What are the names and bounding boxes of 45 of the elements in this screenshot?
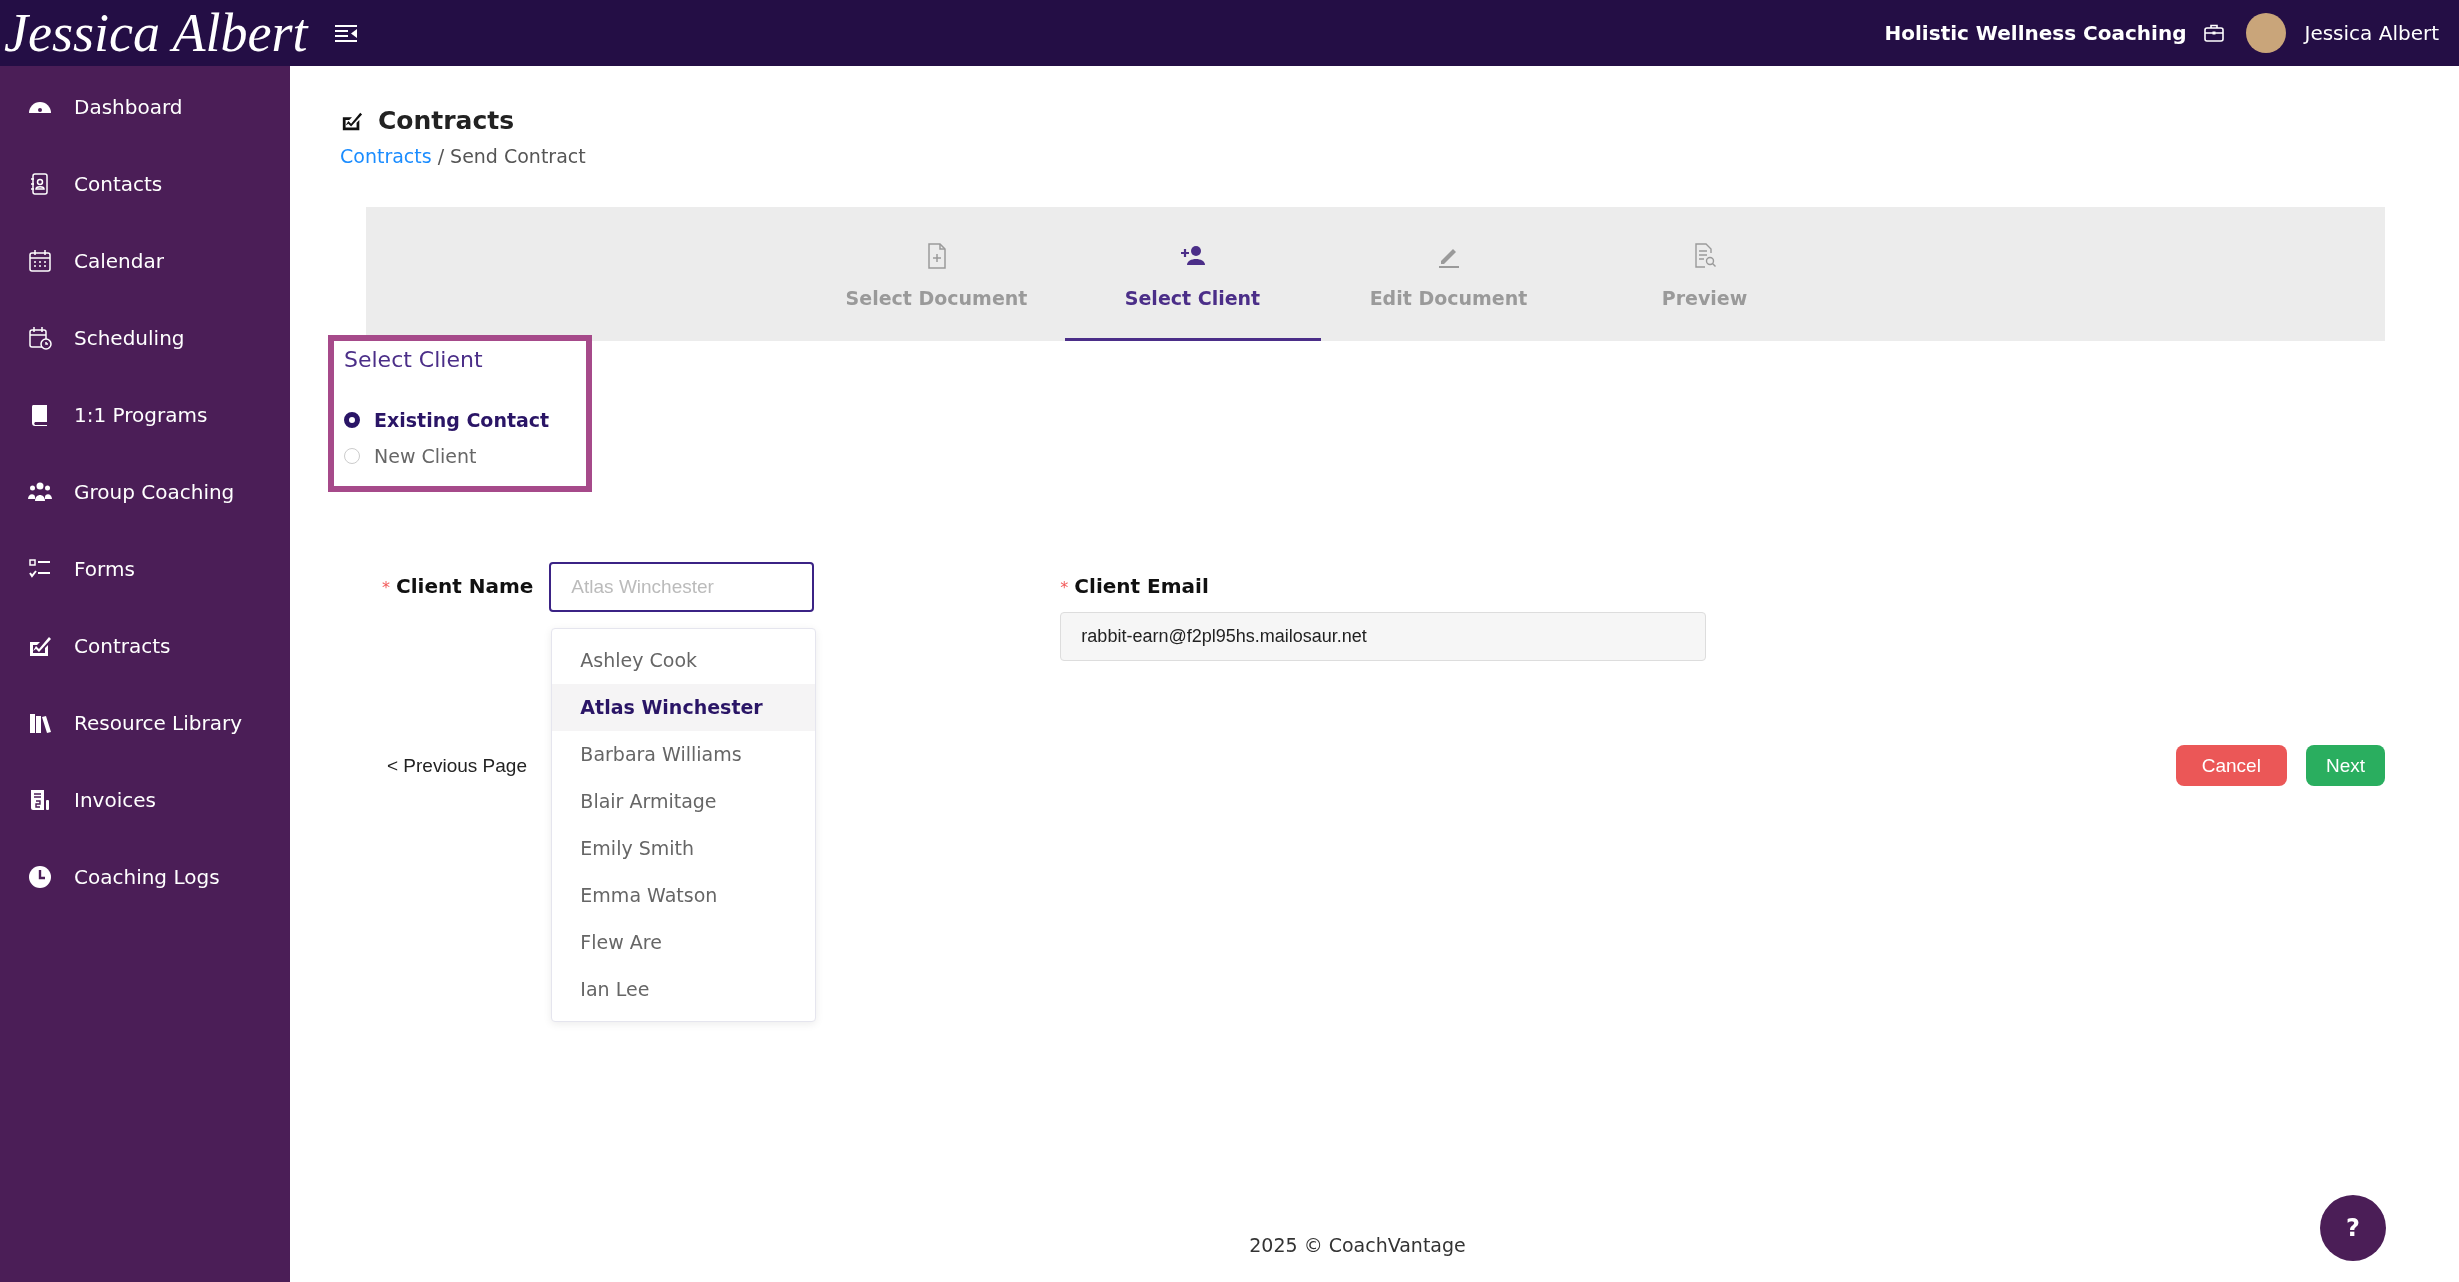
- client-option[interactable]: Blair Armitage: [552, 778, 816, 825]
- client-email-label: Client Email: [1074, 574, 1209, 598]
- sidebar-item[interactable]: Calendar: [0, 222, 290, 299]
- sidebar-item[interactable]: Invoices: [0, 761, 290, 838]
- organization-name[interactable]: Holistic Wellness Coaching: [1884, 21, 2187, 45]
- clock-icon: [28, 864, 52, 889]
- sidebar-item[interactable]: Contacts: [0, 145, 290, 222]
- sidebar-item[interactable]: Dashboard: [0, 68, 290, 145]
- radio-option[interactable]: Existing Contact: [344, 402, 586, 438]
- sidebar-item[interactable]: Coaching Logs: [0, 838, 290, 915]
- client-option[interactable]: Emily Smith: [552, 825, 816, 872]
- calendar-clock-icon: [28, 325, 52, 350]
- client-name-label: Client Name: [396, 574, 534, 598]
- required-mark: *: [382, 578, 390, 597]
- document-search-icon: [1692, 243, 1717, 269]
- client-option[interactable]: Emma Watson: [552, 872, 816, 919]
- previous-page-link[interactable]: < Previous Page: [387, 754, 527, 777]
- sidebar-item[interactable]: Group Coaching: [0, 453, 290, 530]
- avatar-photo-placeholder[interactable]: [2246, 13, 2287, 53]
- sidebar-item[interactable]: Resource Library: [0, 684, 290, 761]
- footer-text: 2025 © CoachVantage: [1248, 1234, 1467, 1256]
- sidebar-item[interactable]: Contracts: [0, 607, 290, 684]
- breadcrumb-current: / Send Contract: [437, 145, 586, 167]
- required-mark: *: [1060, 578, 1069, 597]
- client-option[interactable]: Ian Lee: [552, 966, 816, 1013]
- logo-text[interactable]: Jessica Albert: [4, 6, 308, 60]
- panel-title: Select Client: [344, 347, 484, 372]
- briefcase-icon[interactable]: [2204, 24, 2225, 42]
- client-option[interactable]: Ashley Cook: [552, 637, 816, 684]
- page-title: Contracts: [378, 106, 515, 135]
- client-option[interactable]: Barbara Williams: [552, 731, 816, 778]
- step-tab[interactable]: Select Client: [1064, 207, 1321, 341]
- calendar-icon: [28, 248, 52, 273]
- sidebar-item[interactable]: Scheduling: [0, 299, 290, 376]
- help-button[interactable]: ?: [2320, 1195, 2386, 1261]
- radio-option[interactable]: New Client: [344, 438, 586, 474]
- sidebar-item[interactable]: Forms: [0, 530, 290, 607]
- menu-icon[interactable]: [335, 24, 358, 42]
- client-name-field[interactable]: Atlas Winchester: [549, 562, 815, 612]
- client-option[interactable]: Flew Are: [552, 919, 816, 966]
- sidebar-item[interactable]: 1:1 Programs: [0, 376, 290, 453]
- user-name[interactable]: Jessica Albert: [2304, 21, 2439, 45]
- client-option[interactable]: Atlas Winchester: [552, 684, 816, 731]
- invoice-icon: [28, 787, 52, 812]
- client-email-field[interactable]: rabbit-earn@f2pl95hs.mailosaur.net: [1060, 612, 1707, 661]
